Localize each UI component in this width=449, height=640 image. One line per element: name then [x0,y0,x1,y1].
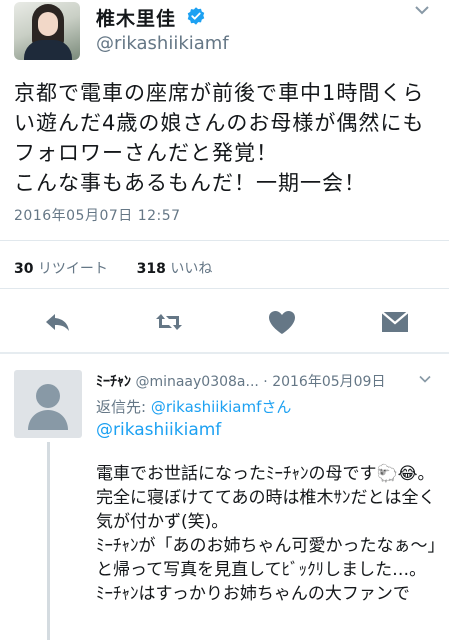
author-display-name[interactable]: 椎木里佳 [96,4,176,31]
author-avatar[interactable] [14,2,80,60]
direct-message-icon[interactable] [379,306,411,338]
reply-header: ﾐｰﾁｬﾝ @minaay0308a... · 2016年05月09日 [96,371,416,391]
avatar-face [38,12,58,36]
chevron-down-icon[interactable] [418,374,432,384]
reply-to-prefix: 返信先: [96,398,147,416]
reply-mention[interactable]: @rikashiikiamf [96,420,221,440]
retweets-count[interactable]: 30 [14,261,33,277]
reply-avatar[interactable] [14,370,82,438]
verified-badge-icon [187,7,205,25]
reply-icon[interactable] [42,306,74,338]
reply-display-name[interactable]: ﾐｰﾁｬﾝ [96,374,131,390]
reply-text: 電車でお世話になったﾐｰﾁｬﾝの母です🐑😂。 完全に寝ぼけててあの時は椎木ｻﾝだ… [96,464,436,604]
reply-to-link[interactable]: @rikashiikiamfさん [151,398,292,416]
tweet-stats: 30 リツイート 318 いいね [14,258,214,278]
tweet-timestamp[interactable]: 2016年05月07日 12:57 [14,205,181,225]
likes-label[interactable]: いいね [170,261,212,277]
thread-line [47,442,50,640]
divider [0,288,449,289]
chevron-down-icon[interactable] [414,4,430,16]
divider [0,240,449,241]
reply-to: 返信先: @rikashiikiamfさん [96,396,291,417]
like-heart-icon[interactable] [266,306,298,338]
tweet-text: 京都で電車の座席が前後で車中1時間くらい遊んだ4歳の娘さんのお母様が偶然にもフォ… [14,81,425,195]
retweets-label[interactable]: リツイート [38,261,108,277]
likes-count[interactable]: 318 [137,261,166,277]
avatar-body [24,40,72,60]
divider [0,352,449,354]
default-avatar-icon [28,384,68,430]
retweet-icon[interactable] [153,306,185,338]
author-handle[interactable]: @rikashiikiamf [96,33,229,54]
reply-meta[interactable]: @minaay0308a... · 2016年05月09日 [135,374,385,390]
